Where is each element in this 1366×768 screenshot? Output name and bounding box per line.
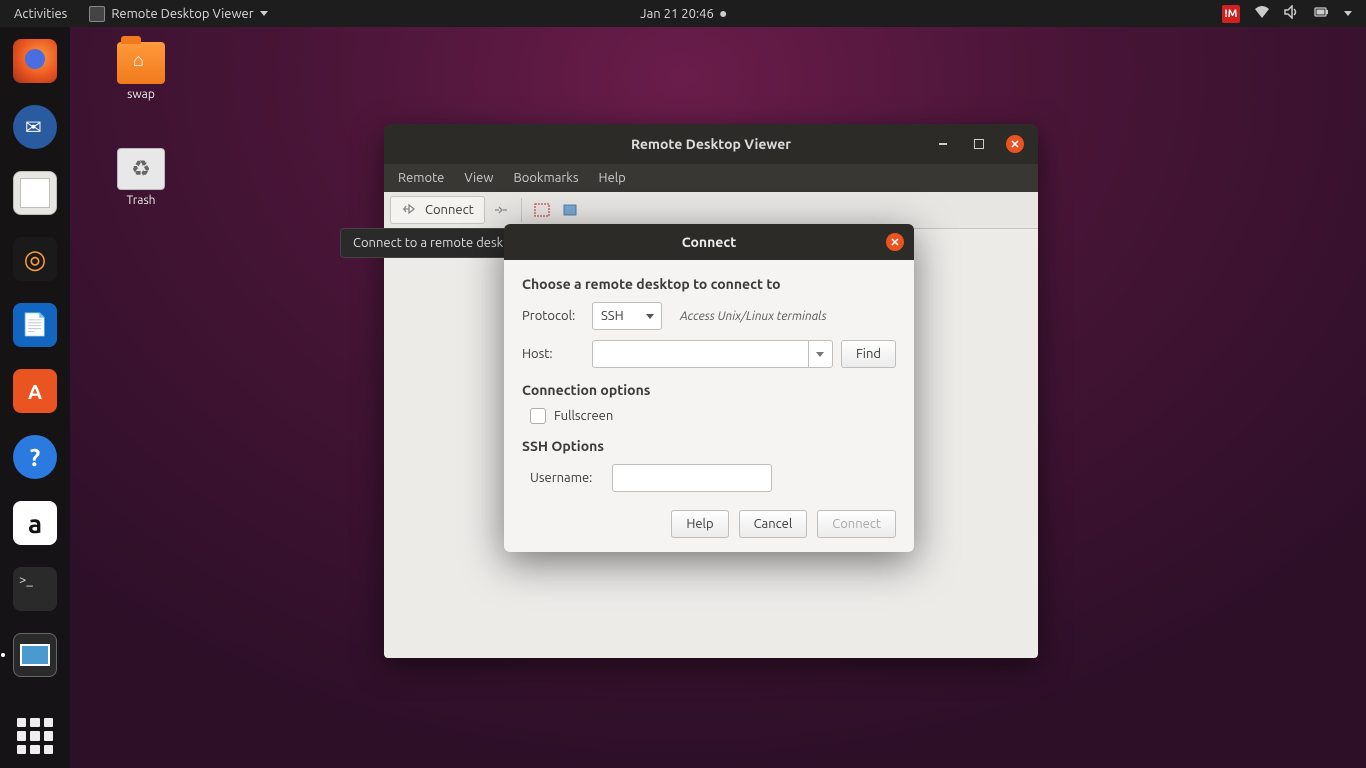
dock-remote-desktop-viewer[interactable] (11, 631, 59, 679)
toolbar-disconnect-button[interactable] (489, 198, 513, 222)
app-menu-label: Remote Desktop Viewer (111, 7, 253, 21)
dialog-cancel-button[interactable]: Cancel (739, 510, 808, 538)
minimize-button[interactable] (934, 135, 952, 153)
desktop-folder-swap[interactable]: swap (106, 42, 176, 101)
window-title: Remote Desktop Viewer (631, 136, 791, 152)
desktop-icon-label: Trash (106, 194, 176, 207)
menu-bookmarks[interactable]: Bookmarks (513, 171, 578, 185)
toolbar-fullscreen-button[interactable] (530, 198, 554, 222)
host-label: Host: (522, 347, 584, 361)
connection-options-heading: Connection options (522, 382, 896, 398)
fullscreen-label: Fullscreen (554, 409, 613, 423)
host-input[interactable] (593, 341, 808, 367)
clock-text: Jan 21 20:46 (640, 7, 714, 21)
toolbar-separator (521, 198, 522, 222)
protocol-hint: Access Unix/Linux terminals (680, 310, 827, 323)
protocol-value: SSH (601, 309, 624, 323)
username-label: Username: (530, 471, 604, 485)
dock-terminal[interactable] (11, 565, 59, 613)
desktop-icon-label: swap (106, 88, 176, 101)
battery-icon[interactable] (1314, 5, 1330, 22)
show-applications[interactable] (17, 718, 53, 754)
chevron-down-icon (260, 11, 268, 16)
dock-firefox[interactable] (11, 37, 59, 85)
dock-libreoffice[interactable] (11, 301, 59, 349)
rhythmbox-icon (13, 237, 57, 281)
app-menu[interactable]: Remote Desktop Viewer (81, 6, 275, 22)
plug-icon (401, 202, 419, 219)
dock-files[interactable] (11, 169, 59, 217)
toolbar-connect-label: Connect (425, 203, 474, 217)
host-combo (592, 340, 833, 368)
top-panel: Activities Remote Desktop Viewer Jan 21 … (0, 0, 1366, 27)
dialog-connect-button[interactable]: Connect (817, 510, 896, 538)
username-input[interactable] (612, 464, 772, 492)
terminal-icon (13, 567, 57, 611)
amazon-icon (13, 501, 57, 545)
remote-desktop-icon (13, 633, 57, 677)
close-button[interactable]: ✕ (1006, 135, 1024, 153)
activities-button[interactable]: Activities (0, 7, 81, 21)
dialog-title: Connect (682, 234, 737, 250)
titlebar[interactable]: Remote Desktop Viewer ✕ (384, 124, 1038, 164)
menu-remote[interactable]: Remote (398, 171, 444, 185)
thunderbird-icon (13, 105, 57, 149)
clock[interactable]: Jan 21 20:46 (640, 7, 726, 21)
toolbar-connect-button[interactable]: Connect (390, 196, 485, 224)
desktop-trash[interactable]: Trash (106, 148, 176, 207)
toolbar-screenshot-button[interactable] (558, 198, 582, 222)
notification-dot-icon (720, 11, 726, 17)
system-menu-chevron-icon[interactable] (1344, 11, 1352, 16)
fullscreen-checkbox[interactable] (530, 408, 546, 424)
menu-help[interactable]: Help (599, 171, 626, 185)
dock (0, 27, 70, 768)
protocol-label: Protocol: (522, 309, 584, 323)
dock-help[interactable] (11, 433, 59, 481)
nomachine-icon[interactable]: !M (1222, 5, 1240, 23)
firefox-icon (13, 39, 57, 83)
dock-rhythmbox[interactable] (11, 235, 59, 283)
help-icon (13, 435, 57, 479)
system-tray: !M (1222, 5, 1366, 23)
find-button[interactable]: Find (841, 340, 896, 368)
network-icon[interactable] (1254, 5, 1270, 22)
app-menu-icon (89, 6, 105, 22)
dialog-heading: Choose a remote desktop to connect to (522, 276, 896, 292)
dock-amazon[interactable] (11, 499, 59, 547)
protocol-select[interactable]: SSH (592, 302, 662, 330)
host-dropdown-button[interactable] (808, 341, 832, 367)
libreoffice-icon (13, 303, 57, 347)
trash-icon (117, 148, 165, 190)
menu-view[interactable]: View (464, 171, 493, 185)
ssh-options-heading: SSH Options (522, 438, 896, 454)
dock-software[interactable] (11, 367, 59, 415)
folder-icon (117, 42, 165, 84)
dialog-help-button[interactable]: Help (671, 510, 728, 538)
maximize-button[interactable] (970, 135, 988, 153)
dialog-connect: Connect ✕ Choose a remote desktop to con… (504, 224, 914, 552)
menubar: Remote View Bookmarks Help (384, 164, 1038, 192)
software-icon (13, 369, 57, 413)
files-icon (13, 171, 57, 215)
dialog-close-button[interactable]: ✕ (886, 233, 904, 251)
dock-thunderbird[interactable] (11, 103, 59, 151)
volume-icon[interactable] (1284, 5, 1300, 22)
dialog-titlebar[interactable]: Connect ✕ (504, 224, 914, 260)
